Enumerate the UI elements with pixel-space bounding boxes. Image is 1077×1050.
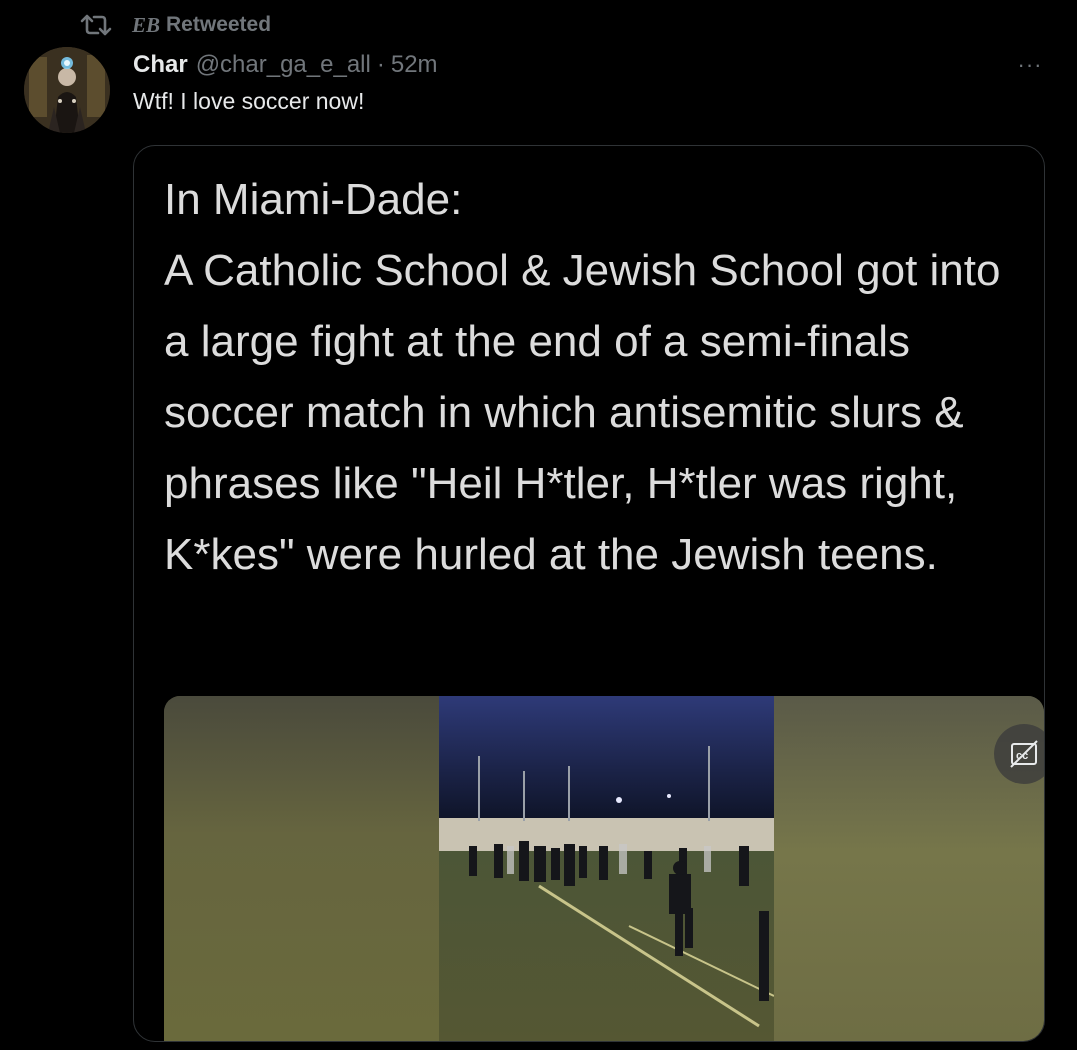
media-caption: In Miami-Dade: A Catholic School & Jewis… [164, 175, 1001, 579]
avatar[interactable] [24, 47, 110, 133]
retweeter-name[interactable]: EB [132, 13, 160, 38]
display-name[interactable]: Char [133, 51, 188, 79]
tweet[interactable]: EB Retweeted Char @char_ga_e_all · 52m ·… [0, 0, 1077, 1050]
tweet-text: Wtf! I love soccer now! [133, 88, 365, 114]
user-handle[interactable]: @char_ga_e_all [196, 51, 371, 79]
closed-captions-off-icon: cc [1010, 740, 1038, 768]
video-scene [439, 696, 774, 1041]
separator-dot: · [376, 51, 385, 78]
avatar-image [24, 47, 110, 133]
video-thumbnail[interactable]: cc [164, 696, 1044, 1041]
retweet-context: EB Retweeted [80, 10, 271, 40]
video-blur-left [164, 696, 439, 1041]
tweet-header: Char @char_ga_e_all · 52m [133, 48, 438, 82]
more-button[interactable]: ··· [1010, 50, 1050, 80]
timestamp[interactable]: 52m [391, 51, 438, 79]
more-icon: ··· [1017, 52, 1043, 77]
retweet-icon [80, 14, 112, 36]
media-card[interactable]: In Miami-Dade: A Catholic School & Jewis… [133, 145, 1045, 1042]
retweeted-label: Retweeted [166, 13, 272, 36]
